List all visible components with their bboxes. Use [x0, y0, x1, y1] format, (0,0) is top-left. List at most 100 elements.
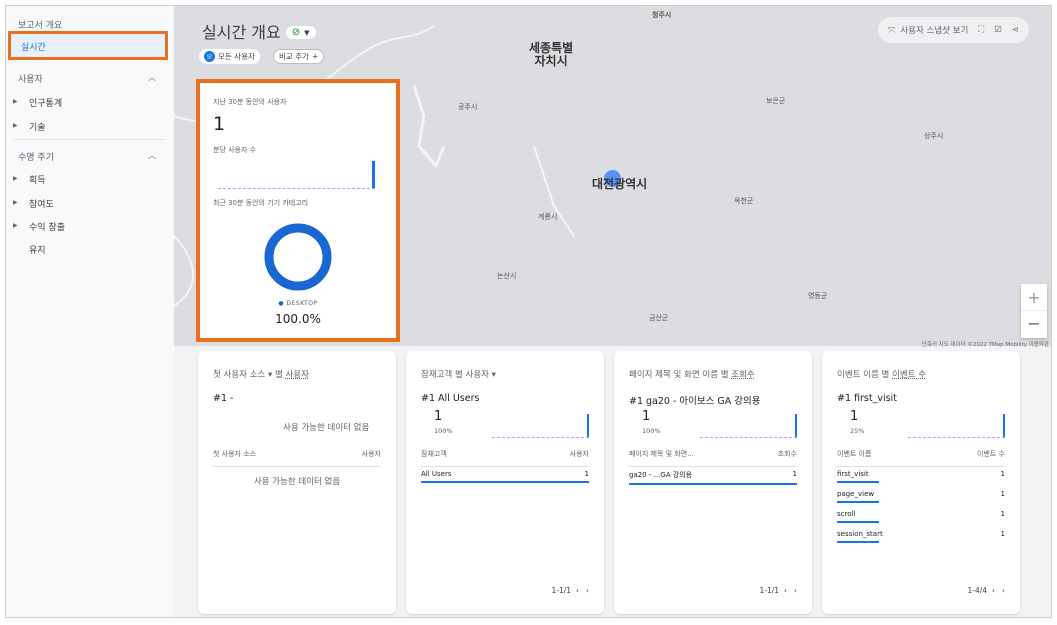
card-title[interactable]: 페이지 제목 및 화면 이름 별 조회수: [629, 368, 755, 380]
donut-slice-desktop[interactable]: [264, 223, 332, 291]
sparkline: [908, 414, 1005, 438]
column-header: 사용자: [361, 450, 381, 458]
sparkline: [700, 414, 797, 438]
prev-page-icon[interactable]: ‹: [576, 586, 579, 595]
sidebar-item-acquisition[interactable]: 획득: [29, 173, 46, 186]
top-rank: #1 All Users: [421, 393, 480, 404]
table-header: 이벤트 이름 이벤트 수: [837, 449, 1005, 467]
dimension-selector[interactable]: 페이지 제목 및 화면 이름: [629, 370, 718, 380]
row-bar: [629, 483, 797, 485]
status-dropdown[interactable]: ⊘ ▼: [285, 26, 316, 39]
column-header: 이벤트 수: [977, 450, 1005, 458]
card-title[interactable]: 잠재고객 별 사용자 ▾: [421, 368, 496, 380]
per-minute-label: 분당 사용자 수: [213, 146, 257, 154]
top-rank: #1 first_visit: [837, 393, 897, 404]
pager-text: 1-1/1: [759, 586, 780, 595]
per-minute-sparkline: [218, 161, 375, 189]
sidebar-item-overview[interactable]: 보고서 개요: [18, 18, 62, 31]
user-snapshot-label: 사용자 스냅샷 보기: [900, 26, 969, 36]
row-bar: [837, 481, 879, 483]
column-header: 이벤트 이름: [837, 450, 872, 458]
triangle-right-icon: ▶: [13, 175, 18, 182]
user-snapshot-button[interactable]: ⤧ 사용자 스냅샷 보기: [888, 24, 968, 36]
fullscreen-icon[interactable]: ⛶: [978, 25, 984, 35]
dimension-selector[interactable]: 이벤트 이름: [837, 370, 879, 380]
table-row[interactable]: All Users 1: [421, 470, 589, 483]
triangle-right-icon: ▶: [13, 98, 18, 105]
pager-text: 1-4/4: [967, 586, 988, 595]
row-value: 1: [1000, 470, 1005, 478]
event-count-card: 이벤트 이름 별 이벤트 수 #1 first_visit 1 25% 이벤트 …: [822, 351, 1020, 614]
sidebar-item-engagement[interactable]: 참여도: [29, 197, 54, 210]
top-percentage: 25%: [850, 427, 865, 435]
sidebar-item-tech[interactable]: 기술: [29, 120, 46, 133]
pagination: 1-4/4 ‹ ›: [968, 586, 1006, 595]
legend-dot-icon: ●: [278, 300, 285, 307]
no-data-message: 사용 가능한 데이터 없음: [253, 477, 341, 487]
card-title[interactable]: 이벤트 이름 별 이벤트 수: [837, 368, 926, 380]
chevron-up-icon[interactable]: ︿: [148, 150, 156, 161]
pagination: 1-1/1 ‹ ›: [760, 586, 798, 595]
device-donut-chart: [264, 223, 332, 291]
sparkline: [492, 414, 589, 438]
edit-report-icon[interactable]: ☑: [994, 25, 1002, 35]
sidebar-item-realtime[interactable]: 실시간: [8, 31, 168, 60]
no-data-message: 사용 가능한 데이터 없음: [283, 423, 370, 433]
sidebar-item-monetization[interactable]: 수익 창출: [29, 220, 65, 233]
device-name: DESKTOP: [286, 300, 318, 307]
column-header: 페이지 제목 및 화면...: [629, 450, 694, 458]
table-header: 페이지 제목 및 화면... 조회수: [629, 449, 797, 467]
row-name: scroll: [837, 510, 856, 518]
top-rank: #1 ga20 - 아이보스 GA 강의용: [629, 396, 761, 407]
map-label: 영동군: [808, 292, 828, 300]
title-joiner: 별: [878, 370, 893, 380]
map-toolbar: ⤧ 사용자 스냅샷 보기 ⛶ ☑ ⋖: [878, 17, 1029, 43]
users-value: 1: [213, 113, 226, 135]
row-name: ga20 - ...GA 강의용: [629, 471, 693, 479]
map-label: 옥천군: [734, 197, 754, 205]
page-title-text: 실시간 개요: [202, 23, 281, 42]
map-label: 공주시: [458, 103, 478, 111]
caret-down-icon: ▼: [304, 28, 310, 37]
row-name: session_start: [837, 530, 883, 538]
row-name: page_view: [837, 490, 875, 498]
sidebar: 보고서 개요 실시간 사용자 ︿ ▶ 인구통계 ▶ 기술 수명 주기 ︿ ▶ 획…: [6, 6, 174, 617]
zoom-in-button[interactable]: +: [1021, 284, 1047, 311]
sidebar-item-label: 실시간: [21, 43, 46, 53]
row-value: 1: [1000, 490, 1005, 498]
sidebar-item-retention[interactable]: 유지: [29, 243, 46, 256]
table-row[interactable]: page_view 1: [837, 490, 1005, 503]
device-label: 최근 30분 동안의 기기 카테고리: [213, 199, 309, 207]
page-title: 실시간 개요 ⊘ ▼: [202, 19, 316, 43]
sidebar-item-demographics[interactable]: 인구통계: [29, 96, 62, 109]
prev-page-icon[interactable]: ‹: [992, 586, 995, 595]
column-header: 사용자: [569, 450, 589, 458]
check-circle-icon: ⊘: [291, 27, 301, 38]
table-row[interactable]: ga20 - ...GA 강의용 1: [629, 470, 797, 485]
device-legend: ● DESKTOP: [200, 300, 396, 307]
page-title-views-card: 페이지 제목 및 화면 이름 별 조회수 #1 ga20 - 아이보스 GA 강…: [614, 351, 812, 614]
chevron-up-icon[interactable]: ︿: [148, 72, 156, 83]
dimension-selector[interactable]: 잠재고객: [421, 370, 452, 380]
sidebar-section-user[interactable]: 사용자: [18, 72, 43, 85]
table-row[interactable]: first_visit 1: [837, 470, 1005, 483]
sparkline-bar: [795, 414, 797, 437]
row-value: 1: [792, 470, 797, 478]
next-page-icon[interactable]: ›: [794, 586, 797, 595]
top-rank: #1 -: [213, 393, 234, 404]
next-page-icon[interactable]: ›: [586, 586, 589, 595]
next-page-icon[interactable]: ›: [1002, 586, 1005, 595]
share-icon[interactable]: ⋖: [1012, 25, 1019, 35]
dimension-selector[interactable]: 첫 사용자 소스: [213, 370, 265, 380]
row-value: 1: [584, 470, 589, 478]
add-comparison-button[interactable]: 비교 추가 +: [273, 49, 325, 64]
zoom-out-button[interactable]: −: [1021, 311, 1047, 338]
sidebar-section-lifecycle[interactable]: 수명 주기: [18, 150, 54, 163]
card-title[interactable]: 첫 사용자 소스 ▾ 별 사용자: [213, 368, 309, 380]
table-row[interactable]: session_start 1: [837, 530, 1005, 543]
prev-page-icon[interactable]: ‹: [784, 586, 787, 595]
segment-chip[interactable]: 모 모든 사용자: [199, 49, 260, 64]
map-label: 논산시: [497, 272, 517, 280]
users-label: 지난 30분 동안의 사용자: [213, 98, 287, 106]
table-row[interactable]: scroll 1: [837, 510, 1005, 523]
